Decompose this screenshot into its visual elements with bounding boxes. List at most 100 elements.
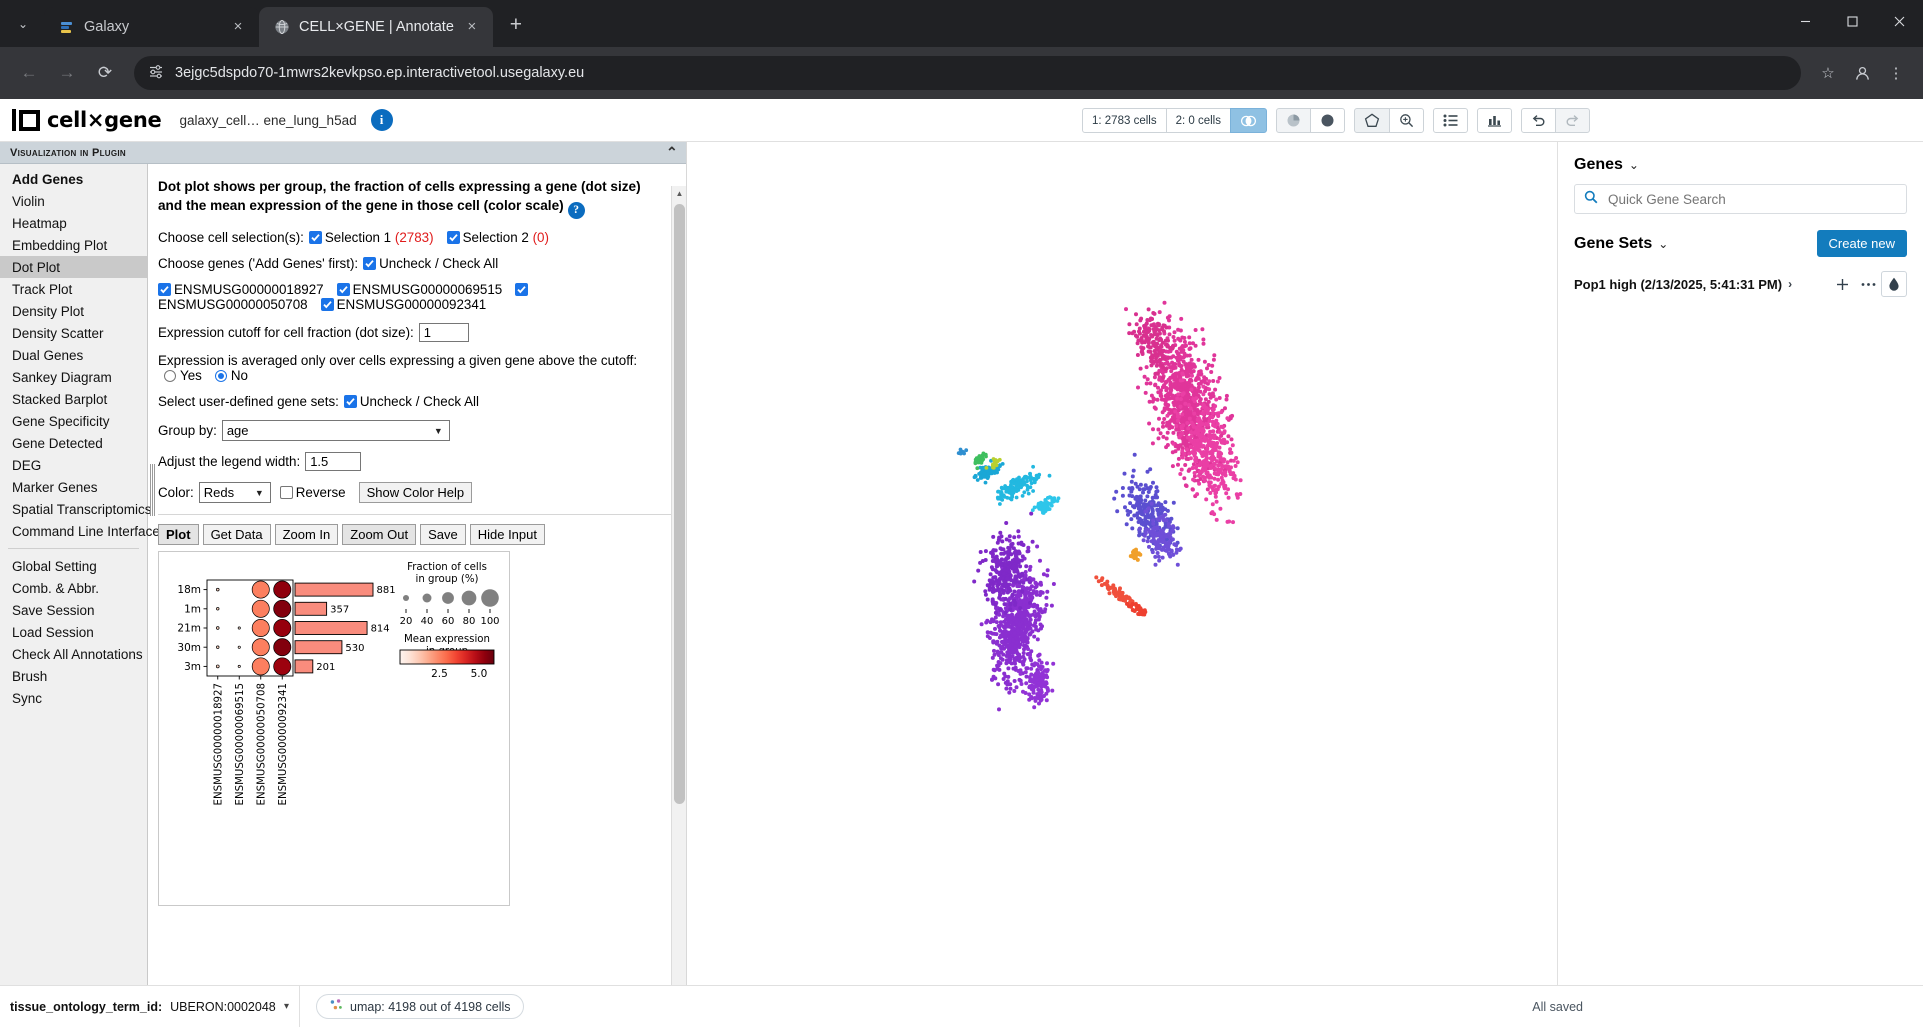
dot-plot-figure[interactable]: 18m 1m 21m 30m 3m ENSMUSG00000018927 ENSMUSG00… bbox=[158, 551, 510, 907]
averaged-yes-radio[interactable] bbox=[164, 369, 176, 382]
menu-item-deg[interactable]: DEG bbox=[0, 454, 147, 476]
averaged-no-radio[interactable] bbox=[214, 369, 227, 382]
menu-item-add-genes[interactable]: Add Genes bbox=[0, 168, 147, 190]
venn-intersect-icon[interactable] bbox=[1229, 108, 1267, 133]
zoom-in-button[interactable]: Zoom In bbox=[274, 524, 339, 546]
menu-item-density-scatter[interactable]: Density Scatter bbox=[0, 322, 147, 344]
gene-checkbox-2[interactable] bbox=[336, 283, 350, 297]
zoom-out-button[interactable]: Zoom Out bbox=[342, 524, 417, 546]
profile-icon[interactable] bbox=[1847, 58, 1877, 88]
menu-item-embedding-plot[interactable]: Embedding Plot bbox=[0, 234, 147, 256]
panel-resize-handle[interactable] bbox=[150, 464, 156, 516]
chevron-down-icon[interactable]: ⌄ bbox=[1629, 158, 1639, 172]
redo-icon[interactable] bbox=[1554, 108, 1590, 133]
save-button[interactable]: Save bbox=[420, 524, 466, 546]
menu-item-dual-genes[interactable]: Dual Genes bbox=[0, 344, 147, 366]
tab-search-dropdown[interactable]: ⌄ bbox=[6, 7, 40, 41]
plus-icon[interactable] bbox=[1829, 271, 1855, 297]
chevron-down-icon[interactable]: ⌄ bbox=[1658, 237, 1668, 251]
menu-item-command-line-interface[interactable]: Command Line Interface bbox=[0, 520, 160, 542]
menu-item-load-session[interactable]: Load Session bbox=[0, 621, 147, 643]
genes-check-all-checkbox[interactable] bbox=[363, 257, 377, 271]
help-icon[interactable]: ? bbox=[567, 202, 585, 220]
selection-1-count[interactable]: 1: 2783 cells bbox=[1082, 108, 1167, 133]
selection-2-checkbox[interactable] bbox=[446, 231, 460, 245]
list-view-icon[interactable] bbox=[1432, 108, 1468, 133]
ellipsis-icon[interactable] bbox=[1855, 271, 1881, 297]
browser-tab-galaxy[interactable]: Galaxy × bbox=[44, 7, 259, 47]
zoom-pan-icon[interactable] bbox=[1388, 108, 1424, 133]
menu-item-global-setting[interactable]: Global Setting bbox=[0, 555, 147, 577]
cutoff-input[interactable] bbox=[418, 323, 469, 343]
menu-item-dot-plot[interactable]: Dot Plot bbox=[0, 256, 147, 278]
menu-item-marker-genes[interactable]: Marker Genes bbox=[0, 476, 147, 498]
menu-item-brush[interactable]: Brush bbox=[0, 665, 147, 687]
menu-item-track-plot[interactable]: Track Plot bbox=[0, 278, 147, 300]
vertical-scroll-thumb[interactable] bbox=[674, 204, 685, 804]
close-icon[interactable]: × bbox=[463, 18, 481, 36]
menu-item-check-all-annotations[interactable]: Check All Annotations bbox=[0, 643, 147, 665]
menu-item-spatial-transcriptomics[interactable]: Spatial Transcriptomics bbox=[0, 498, 152, 520]
gene-sets-check-all-checkbox[interactable] bbox=[343, 395, 357, 409]
gene-search-box[interactable] bbox=[1574, 184, 1907, 214]
plot-button[interactable]: Plot bbox=[158, 524, 199, 546]
ontology-term-row[interactable]: tissue_ontology_term_id: UBERON:0002048 … bbox=[0, 986, 300, 1027]
gene-checkbox-4[interactable] bbox=[320, 298, 334, 312]
menu-item-sankey-diagram[interactable]: Sankey Diagram bbox=[0, 366, 147, 388]
menu-item-sync[interactable]: Sync bbox=[0, 687, 147, 709]
chevron-up-icon[interactable]: ⌃ bbox=[666, 144, 678, 161]
window-maximize-button[interactable] bbox=[1829, 0, 1876, 42]
scroll-up-arrow[interactable]: ▲ bbox=[672, 186, 686, 201]
back-icon[interactable]: ← bbox=[12, 56, 46, 90]
selection-2-text: Selection 2 (0) bbox=[462, 230, 549, 246]
reload-icon[interactable]: ⟳ bbox=[88, 56, 122, 90]
chevron-right-icon[interactable]: › bbox=[1788, 277, 1792, 291]
bookmark-star-icon[interactable]: ☆ bbox=[1813, 58, 1843, 88]
menu-item-save-session[interactable]: Save Session bbox=[0, 599, 147, 621]
gene-search-input[interactable] bbox=[1606, 190, 1897, 208]
menu-item-violin[interactable]: Violin bbox=[0, 190, 147, 212]
genes-section-header[interactable]: Genes ⌄ bbox=[1574, 156, 1907, 174]
selection-1-checkbox[interactable] bbox=[308, 231, 322, 245]
site-settings-icon[interactable] bbox=[148, 63, 164, 84]
window-close-button[interactable] bbox=[1876, 0, 1923, 42]
menu-item-heatmap[interactable]: Heatmap bbox=[0, 212, 147, 234]
selection-2-count[interactable]: 2: 0 cells bbox=[1165, 108, 1231, 133]
legend-width-input[interactable] bbox=[305, 452, 362, 472]
umap-graph-area[interactable] bbox=[687, 142, 1557, 1027]
browser-menu-icon[interactable]: ⋮ bbox=[1881, 58, 1911, 88]
menu-item-density-plot[interactable]: Density Plot bbox=[0, 300, 147, 322]
close-icon[interactable]: × bbox=[229, 18, 247, 36]
create-new-button[interactable]: Create new bbox=[1816, 230, 1907, 257]
undo-icon[interactable] bbox=[1520, 108, 1556, 133]
gene-checkbox-3[interactable] bbox=[515, 283, 529, 297]
info-icon[interactable]: i bbox=[370, 109, 393, 131]
menu-item-stacked-barplot[interactable]: Stacked Barplot bbox=[0, 388, 147, 410]
menu-item-gene-detected[interactable]: Gene Detected bbox=[0, 432, 147, 454]
window-minimize-button[interactable] bbox=[1782, 0, 1829, 42]
umap-scatter[interactable] bbox=[687, 142, 1557, 1027]
gene-checkbox-1[interactable] bbox=[158, 283, 171, 297]
address-bar[interactable]: 3ejgc5dspdo70-1mwrs2kevkpso.ep.interacti… bbox=[134, 56, 1801, 90]
plugin-vertical-scrollbar[interactable]: ▲ ▼ bbox=[671, 186, 686, 1013]
droplet-icon[interactable] bbox=[1881, 271, 1907, 297]
new-tab-button[interactable]: + bbox=[501, 11, 531, 41]
reverse-checkbox[interactable] bbox=[279, 486, 293, 500]
filled-circle-icon[interactable] bbox=[1309, 108, 1345, 133]
bar-chart-icon[interactable] bbox=[1476, 108, 1512, 133]
gene-sets-title-wrap[interactable]: Gene Sets ⌄ bbox=[1574, 235, 1668, 253]
umap-status-chip[interactable]: umap: 4198 out of 4198 cells bbox=[316, 994, 524, 1019]
menu-item-comb-abbr[interactable]: Comb. & Abbr. bbox=[0, 577, 147, 599]
browser-tab-cellxgene[interactable]: CELL×GENE | Annotate × bbox=[259, 7, 493, 47]
hide-input-button[interactable]: Hide Input bbox=[469, 524, 545, 546]
show-color-help-button[interactable]: Show Color Help bbox=[358, 482, 473, 504]
color-select[interactable]: Reds ▼ bbox=[198, 482, 271, 504]
group-by-select[interactable]: age ▼ bbox=[221, 420, 450, 442]
get-data-button[interactable]: Get Data bbox=[202, 524, 271, 546]
lasso-select-icon[interactable] bbox=[1353, 108, 1390, 133]
menu-item-gene-specificity[interactable]: Gene Specificity bbox=[0, 410, 147, 432]
chevron-down-icon[interactable]: ▾ bbox=[284, 1001, 289, 1012]
gene-set-name[interactable]: Pop1 high (2/13/2025, 5:41:31 PM) bbox=[1574, 277, 1782, 292]
pie-chart-icon[interactable] bbox=[1275, 108, 1311, 133]
forward-icon[interactable]: → bbox=[50, 56, 84, 90]
